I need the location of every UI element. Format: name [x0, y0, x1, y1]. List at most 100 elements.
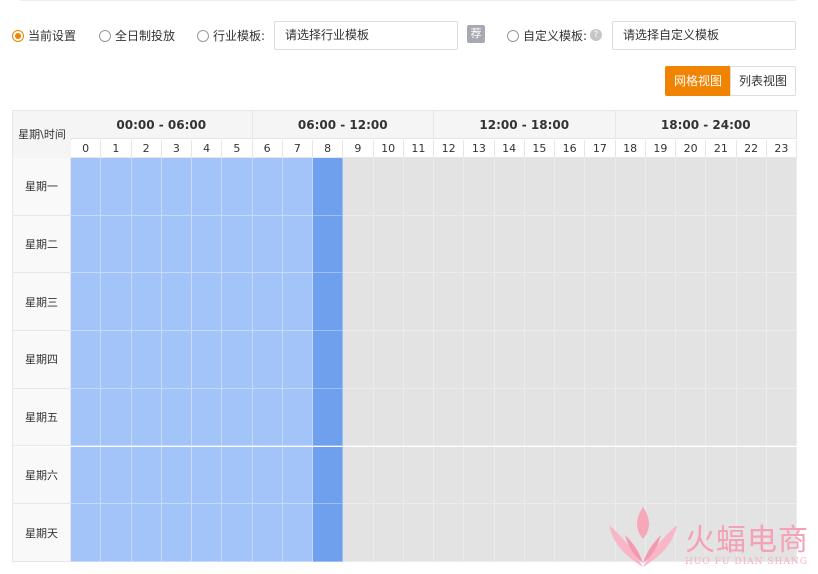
time-slot-cell[interactable]	[766, 273, 797, 332]
time-slot-cell[interactable]	[494, 504, 525, 562]
time-slot-cell[interactable]	[131, 215, 162, 274]
radio-current-setting[interactable]: 当前设置	[12, 27, 76, 44]
time-slot-cell[interactable]	[101, 388, 132, 447]
time-slot-cell[interactable]	[192, 158, 223, 216]
time-slot-cell[interactable]	[585, 273, 616, 332]
time-slot-cell[interactable]	[464, 504, 495, 562]
time-slot-cell[interactable]	[403, 215, 434, 274]
time-slot-cell[interactable]	[645, 331, 676, 389]
time-slot-cell[interactable]	[131, 388, 162, 447]
time-slot-cell[interactable]	[131, 158, 162, 216]
time-slot-cell[interactable]	[192, 446, 223, 505]
recommend-badge-icon[interactable]: 荐	[467, 25, 485, 43]
time-slot-cell[interactable]	[71, 446, 102, 505]
time-slot-cell[interactable]	[555, 331, 586, 389]
time-slot-cell[interactable]	[131, 273, 162, 332]
time-slot-cell[interactable]	[343, 273, 374, 332]
time-slot-cell[interactable]	[736, 446, 767, 505]
time-slot-cell[interactable]	[464, 388, 495, 447]
time-slot-cell[interactable]	[71, 215, 102, 274]
time-slot-cell[interactable]	[766, 331, 797, 389]
time-slot-cell[interactable]	[282, 446, 313, 505]
time-slot-cell[interactable]	[494, 215, 525, 274]
time-slot-cell[interactable]	[403, 331, 434, 389]
time-slot-cell[interactable]	[343, 504, 374, 562]
time-slot-cell[interactable]	[373, 273, 404, 332]
time-slot-cell[interactable]	[585, 215, 616, 274]
time-slot-cell[interactable]	[71, 388, 102, 447]
time-slot-cell[interactable]	[676, 331, 707, 389]
time-slot-cell[interactable]	[676, 388, 707, 447]
time-slot-cell[interactable]	[524, 331, 555, 389]
time-slot-cell[interactable]	[101, 504, 132, 562]
time-slot-cell[interactable]	[645, 446, 676, 505]
time-slot-cell[interactable]	[524, 273, 555, 332]
time-slot-cell[interactable]	[222, 331, 253, 389]
time-slot-cell[interactable]	[373, 331, 404, 389]
time-slot-cell[interactable]	[706, 388, 737, 447]
time-slot-cell[interactable]	[101, 215, 132, 274]
time-slot-cell[interactable]	[222, 388, 253, 447]
time-slot-cell[interactable]	[282, 215, 313, 274]
time-slot-cell[interactable]	[615, 158, 646, 216]
time-slot-cell[interactable]	[282, 273, 313, 332]
time-slot-cell[interactable]	[282, 331, 313, 389]
help-icon[interactable]: ?	[590, 29, 602, 41]
time-slot-cell[interactable]	[524, 504, 555, 562]
time-slot-cell[interactable]	[313, 446, 344, 505]
time-slot-cell[interactable]	[494, 331, 525, 389]
time-slot-cell[interactable]	[71, 273, 102, 332]
radio-industry-template[interactable]: 行业模板:	[197, 27, 265, 44]
time-slot-cell[interactable]	[736, 273, 767, 332]
time-slot-cell[interactable]	[706, 331, 737, 389]
time-slot-cell[interactable]	[464, 158, 495, 216]
time-slot-cell[interactable]	[101, 446, 132, 505]
time-slot-cell[interactable]	[585, 388, 616, 447]
time-slot-cell[interactable]	[343, 215, 374, 274]
time-slot-cell[interactable]	[615, 273, 646, 332]
time-slot-cell[interactable]	[161, 215, 192, 274]
time-slot-cell[interactable]	[464, 446, 495, 505]
time-slot-cell[interactable]	[373, 446, 404, 505]
time-slot-cell[interactable]	[373, 215, 404, 274]
time-slot-cell[interactable]	[645, 388, 676, 447]
time-slot-cell[interactable]	[585, 331, 616, 389]
time-slot-cell[interactable]	[434, 331, 465, 389]
time-slot-cell[interactable]	[555, 504, 586, 562]
time-slot-cell[interactable]	[524, 388, 555, 447]
time-slot-cell[interactable]	[434, 388, 465, 447]
time-slot-cell[interactable]	[494, 388, 525, 447]
time-slot-cell[interactable]	[343, 388, 374, 447]
time-slot-cell[interactable]	[766, 158, 797, 216]
time-slot-cell[interactable]	[706, 215, 737, 274]
time-slot-cell[interactable]	[71, 331, 102, 389]
time-slot-cell[interactable]	[222, 215, 253, 274]
time-slot-cell[interactable]	[434, 504, 465, 562]
time-slot-cell[interactable]	[403, 388, 434, 447]
time-slot-cell[interactable]	[282, 158, 313, 216]
time-slot-cell[interactable]	[736, 215, 767, 274]
time-slot-cell[interactable]	[252, 331, 283, 389]
time-slot-cell[interactable]	[766, 215, 797, 274]
time-slot-cell[interactable]	[192, 504, 223, 562]
time-slot-cell[interactable]	[313, 388, 344, 447]
time-slot-cell[interactable]	[282, 504, 313, 562]
radio-custom-template[interactable]: 自定义模板:	[507, 27, 587, 44]
time-slot-cell[interactable]	[736, 331, 767, 389]
time-slot-cell[interactable]	[222, 446, 253, 505]
list-view-button[interactable]: 列表视图	[730, 66, 796, 96]
time-slot-cell[interactable]	[282, 388, 313, 447]
time-slot-cell[interactable]	[736, 158, 767, 216]
time-slot-cell[interactable]	[766, 446, 797, 505]
time-slot-cell[interactable]	[434, 158, 465, 216]
time-slot-cell[interactable]	[192, 273, 223, 332]
time-slot-cell[interactable]	[434, 446, 465, 505]
time-slot-cell[interactable]	[71, 158, 102, 216]
time-slot-cell[interactable]	[736, 388, 767, 447]
time-slot-cell[interactable]	[222, 504, 253, 562]
time-slot-cell[interactable]	[403, 504, 434, 562]
time-slot-cell[interactable]	[403, 273, 434, 332]
time-slot-cell[interactable]	[252, 158, 283, 216]
time-slot-cell[interactable]	[706, 446, 737, 505]
time-slot-cell[interactable]	[766, 388, 797, 447]
